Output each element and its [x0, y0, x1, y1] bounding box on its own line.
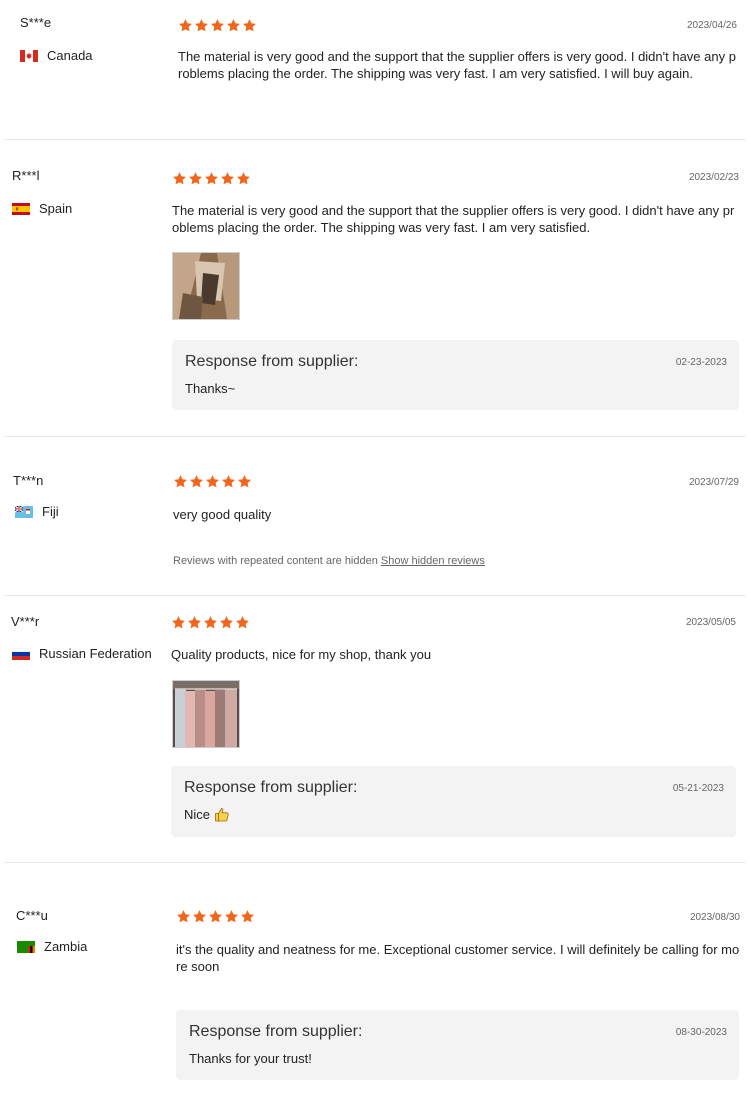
star-icon	[208, 909, 223, 924]
star-icon	[171, 615, 186, 630]
review-text: it's the quality and neatness for me. Ex…	[176, 942, 740, 974]
review-text: The material is very good and the suppor…	[178, 49, 736, 81]
review-item: V***r Russian Federation 2023/05/05 Qual…	[0, 596, 750, 862]
star-icon	[192, 909, 207, 924]
star-icon	[194, 18, 209, 33]
star-icon	[236, 171, 251, 186]
response-text: Thanks for your trust!	[189, 1051, 312, 1066]
star-icon	[224, 909, 239, 924]
star-icon	[176, 909, 191, 924]
country-label: Spain	[39, 201, 73, 216]
response-title: Response from supplier:	[189, 1023, 363, 1040]
star-icon	[220, 171, 235, 186]
hidden-reviews-text: Reviews with repeated content are hidden	[173, 555, 378, 567]
reviewer-name: T***n	[13, 473, 44, 488]
star-icon	[204, 171, 219, 186]
star-icon	[237, 474, 252, 489]
reviewer-name: S***e	[20, 15, 52, 30]
country-label: Russian Federation	[39, 646, 152, 661]
canada-flag-icon	[20, 49, 38, 62]
supplier-response: Response from supplier: 02-23-2023 Thank…	[172, 340, 739, 410]
reviewer-country: Spain	[12, 201, 72, 216]
star-rating	[176, 909, 256, 924]
russia-flag-icon	[12, 647, 30, 660]
country-label: Fiji	[42, 504, 59, 519]
zambia-flag-icon	[17, 940, 35, 953]
reviewer-name: R***l	[12, 168, 40, 183]
star-icon	[172, 171, 187, 186]
star-rating	[178, 18, 258, 33]
reviewer-country: Russian Federation	[12, 646, 152, 661]
review-photo[interactable]	[172, 680, 240, 748]
review-date: 2023/02/23	[688, 172, 739, 183]
star-icon	[188, 171, 203, 186]
spain-flag-icon	[12, 202, 30, 215]
response-date: 02-23-2023	[675, 357, 727, 368]
reviewer-country: Zambia	[17, 939, 87, 954]
star-icon	[187, 615, 202, 630]
star-rating	[172, 171, 252, 186]
star-icon	[210, 18, 225, 33]
response-date: 05-21-2023	[672, 783, 724, 794]
review-item: S***e Canada 2023/04/26 The material is …	[0, 0, 750, 139]
response-text: Nice	[184, 807, 230, 822]
star-icon	[178, 18, 193, 33]
country-label: Canada	[47, 48, 93, 63]
star-icon	[203, 615, 218, 630]
thumbs-up-icon	[215, 808, 229, 822]
star-rating	[171, 615, 251, 630]
star-icon	[205, 474, 220, 489]
review-item: C***u Zambia 2023/08/30 it's the quality…	[0, 863, 750, 1099]
reviewer-country: Canada	[20, 48, 93, 63]
review-text: very good quality	[173, 507, 272, 522]
response-title: Response from supplier:	[185, 353, 359, 370]
review-text: Quality products, nice for my shop, than…	[171, 647, 432, 662]
response-title: Response from supplier:	[184, 779, 358, 796]
hidden-reviews-note: Reviews with repeated content are hidden…	[173, 555, 485, 567]
supplier-response: Response from supplier: 08-30-2023 Thank…	[176, 1010, 739, 1080]
star-icon	[173, 474, 188, 489]
star-icon	[219, 615, 234, 630]
review-date: 2023/05/05	[685, 617, 736, 628]
supplier-response: Response from supplier: 05-21-2023 Nice	[171, 766, 736, 837]
review-item: T***n Fiji 2023/07/29 very good quality …	[0, 437, 750, 595]
response-text: Thanks~	[185, 381, 236, 396]
review-date: 2023/07/29	[688, 477, 739, 488]
review-photo[interactable]	[172, 252, 240, 320]
reviewer-country: Fiji	[15, 504, 59, 519]
review-text: The material is very good and the suppor…	[172, 203, 735, 235]
review-date: 2023/04/26	[686, 20, 737, 31]
response-text-label: Nice	[184, 807, 211, 822]
reviewer-name: C***u	[16, 908, 48, 923]
star-icon	[242, 18, 257, 33]
response-date: 08-30-2023	[675, 1027, 727, 1038]
country-label: Zambia	[44, 939, 88, 954]
star-icon	[226, 18, 241, 33]
show-hidden-reviews-link[interactable]: Show hidden reviews	[381, 555, 485, 567]
star-icon	[235, 615, 250, 630]
star-icon	[221, 474, 236, 489]
review-date: 2023/08/30	[689, 912, 740, 923]
star-icon	[189, 474, 204, 489]
star-rating	[173, 474, 253, 489]
star-icon	[240, 909, 255, 924]
review-item: R***l Spain 2023/02/23 The material is v…	[0, 140, 750, 436]
fiji-flag-icon	[15, 505, 33, 518]
reviewer-name: V***r	[11, 614, 40, 629]
